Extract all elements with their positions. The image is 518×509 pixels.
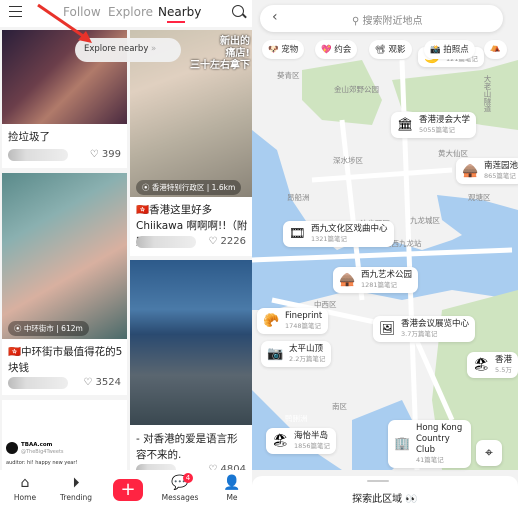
place-marker[interactable]: 🛖 西九艺术公园 1281篇笔记 — [333, 267, 419, 293]
map-label: 昂船洲 — [287, 193, 310, 202]
plus-icon: + — [120, 479, 136, 500]
bottom-sheet[interactable]: 探索此区域 👀 — [252, 476, 518, 509]
place-marker[interactable]: 🏛 香港浸会大学 5055篇笔记 — [391, 112, 477, 138]
tweet-name: TBAA.com — [21, 442, 53, 448]
map-label: 南区 — [332, 402, 347, 411]
search-icon[interactable] — [232, 5, 247, 19]
feed-screen: Follow Explore Nearby 捡垃圾了 ♡ 399 新出的 痛店!… — [0, 0, 252, 509]
avatar — [136, 236, 196, 248]
search-bar[interactable]: ‹ ⚲ 搜索附近地点 — [260, 5, 503, 32]
tweet-avatar — [6, 442, 18, 454]
map-label: 金山郊野公园 — [334, 85, 379, 94]
chevron-right-icon: » — [151, 44, 157, 54]
card-image — [2, 173, 127, 339]
crosshair-icon: ⌖ — [485, 445, 493, 461]
back-icon[interactable]: ‹ — [272, 9, 278, 25]
explore-area-button[interactable]: 探索此区域 👀 — [252, 490, 518, 505]
tweet-handle: @TheBig4Tweets — [21, 449, 64, 455]
card-title: 🇭🇰中环街市最值得花的5块钱 — [8, 346, 123, 374]
map-label: 鸭脷洲 — [285, 414, 308, 423]
place-marker[interactable]: 🥐 Fineprint 1748篇笔记 — [257, 308, 329, 334]
like-count[interactable]: ♡ 399 — [90, 149, 121, 160]
film-reel-icon: 🎞 — [289, 226, 306, 242]
drag-handle[interactable] — [367, 480, 389, 482]
heart-icon: 💖 — [321, 45, 332, 55]
pavilion-icon: 🛖 — [462, 163, 479, 179]
post-button[interactable]: + — [113, 479, 143, 501]
map-label: 葵青区 — [277, 71, 300, 80]
croissant-icon: 🥐 — [263, 313, 280, 329]
beach-icon: 🏖 — [473, 357, 490, 373]
card-meta: ♡ 2226 — [136, 236, 246, 250]
chat-icon: 💬 — [171, 475, 189, 491]
dog-icon: 🐶 — [268, 45, 279, 55]
card-title: - 对香港的爱是语言形容不来的. — [136, 433, 238, 461]
card-title: 捡垃圾了 — [8, 131, 50, 143]
picture-icon: 🖼 — [379, 321, 396, 337]
card-image — [130, 260, 252, 425]
building-icon: 🏛 — [397, 117, 414, 133]
avatar — [8, 377, 68, 389]
search-icon: ⚲ — [352, 16, 360, 27]
tab-underline — [167, 21, 185, 23]
feed-card[interactable]: - 对香港的爱是语言形容不来的. ♡ 4804 — [130, 260, 252, 470]
like-count[interactable]: ♡ 3524 — [83, 377, 121, 388]
locate-me-button[interactable]: ⌖ — [476, 440, 502, 466]
feed-card[interactable]: ⦿ 中环街市 | 612m 🇭🇰中环街市最值得花的5块钱 ♡ 3524 — [2, 173, 127, 395]
place-marker[interactable]: 🏖 香港 5.5万 — [467, 352, 518, 378]
chip-movies[interactable]: 📽 观影 — [369, 40, 412, 59]
place-marker[interactable]: 🏢 Hong Kong Country Club 41篇笔记 — [388, 420, 471, 468]
user-icon: 👤 — [223, 475, 241, 491]
office-building-icon: 🏢 — [394, 436, 411, 452]
map-label: 大老山隧道 — [483, 75, 492, 113]
place-marker[interactable]: 🎞 西九文化区戏曲中心 1321篇笔记 — [283, 221, 394, 247]
feed-card[interactable]: 新出的 痛店! 三十左右拿下 ⦿ 香港特别行政区 | 1.6km 🇭🇰香港这里好… — [130, 30, 252, 256]
chip-dating[interactable]: 💖 约会 — [315, 40, 358, 59]
nav-messages[interactable]: 💬 Messages 4 — [155, 473, 205, 502]
feed-card[interactable]: TBAA.com @TheBig4Tweets auditor: hi! hap… — [2, 400, 127, 470]
bottom-nav: ⌂ Home ⏵ Trending + 💬 Messages 4 👤 Me — [0, 470, 252, 509]
camera-icon: 📸 — [430, 45, 441, 55]
place-marker[interactable]: 📷 太平山顶 2.2万篇笔记 — [261, 341, 332, 367]
card-meta: ♡ 399 — [8, 149, 121, 163]
message-badge: 4 — [183, 473, 193, 483]
tab-nearby[interactable]: Nearby — [158, 5, 201, 19]
place-marker[interactable]: 🖼 香港会议展览中心 3.7万篇笔记 — [373, 316, 476, 342]
map-label: 九龙城区 — [410, 216, 440, 225]
chip-photo-spots[interactable]: 📸 拍照点 — [424, 40, 475, 59]
location-tag[interactable]: ⦿ 中环街市 | 612m — [8, 321, 89, 336]
nav-trending[interactable]: ⏵ Trending — [51, 473, 101, 502]
chip-pets[interactable]: 🐶 宠物 — [262, 40, 305, 59]
map-label: 观塘区 — [468, 193, 491, 202]
chip-camping[interactable]: ⛺ — [484, 40, 507, 59]
search-input[interactable]: ⚲ 搜索附近地点 — [352, 12, 423, 27]
map-label: 深水埗区 — [333, 156, 363, 165]
card-meta: ♡ 3524 — [8, 377, 121, 391]
red-arrow-annotation — [37, 3, 92, 43]
home-icon: ⌂ — [20, 475, 30, 491]
tent-icon: ⛺ — [490, 43, 501, 53]
pavilion-icon: 🛖 — [339, 272, 356, 288]
like-count[interactable]: ♡ 2226 — [208, 236, 246, 247]
location-tag[interactable]: ⦿ 香港特别行政区 | 1.6km — [136, 180, 242, 195]
nav-home[interactable]: ⌂ Home — [0, 473, 50, 502]
place-marker[interactable]: 🏖 海怡半岛 1856篇笔记 — [266, 428, 337, 454]
image-overlay-text: 新出的 痛店! 三十左右拿下 — [190, 36, 250, 71]
avatar — [8, 149, 68, 161]
camera-icon: 📷 — [267, 346, 284, 362]
projector-icon: 📽 — [375, 45, 386, 55]
beach-icon: 🏖 — [272, 433, 289, 449]
place-marker[interactable]: 🛖 南莲园池 865篇笔记 — [456, 158, 518, 184]
map-screen[interactable]: ‹ ⚲ 搜索附近地点 🐶 宠物 💖 约会 📽 观影 📸 拍照点 ⛺ 葵青区 金山… — [252, 0, 518, 509]
play-icon: ⏵ — [72, 475, 80, 491]
tweet-text: auditor: hi! happy new year! — [6, 460, 78, 466]
nav-me[interactable]: 👤 Me — [207, 473, 252, 502]
